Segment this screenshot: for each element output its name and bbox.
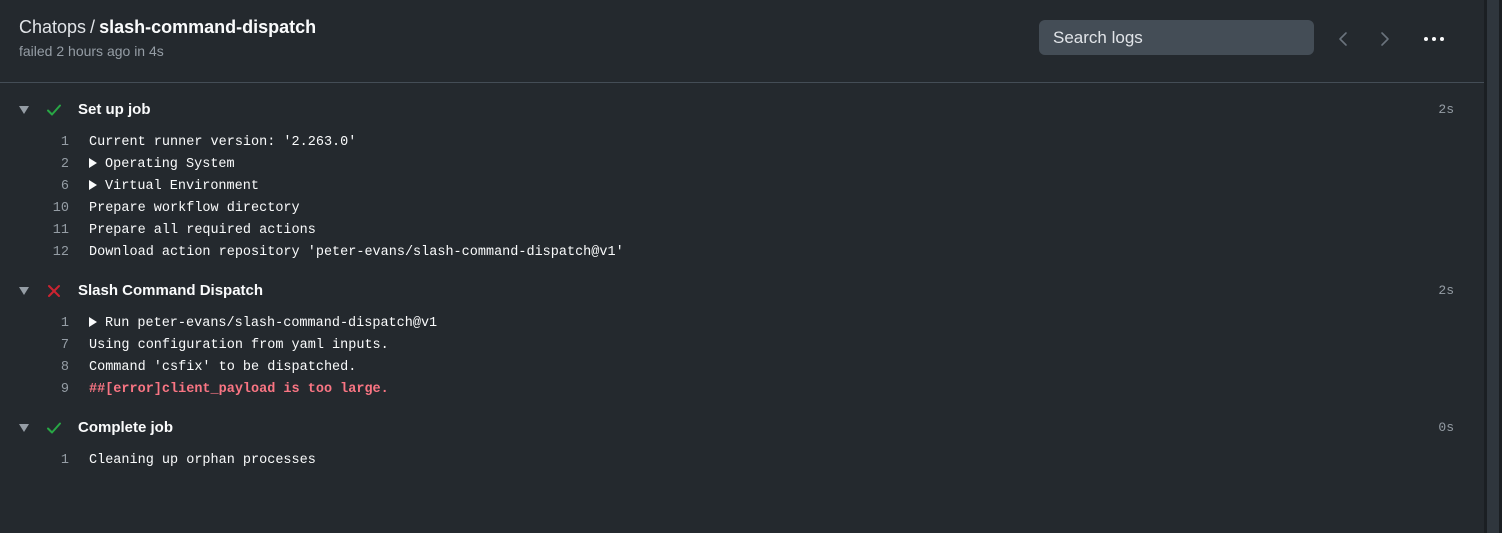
log-text: Cleaning up orphan processes bbox=[89, 450, 316, 472]
line-number[interactable]: 6 bbox=[0, 176, 69, 198]
log-line[interactable]: 2 Operating System bbox=[0, 154, 1484, 176]
caret-down-icon[interactable] bbox=[17, 104, 31, 116]
step-header[interactable]: Complete job 0s bbox=[0, 409, 1484, 447]
workflow-name[interactable]: Chatops bbox=[19, 17, 86, 37]
step-duration: 0s bbox=[1438, 420, 1454, 435]
log-line-content: Prepare workflow directory bbox=[89, 201, 300, 216]
expand-group-icon[interactable] bbox=[89, 158, 97, 168]
log-line-content: Cleaning up orphan processes bbox=[89, 453, 316, 468]
log-line-content: ##[error]client_payload is too large. bbox=[89, 382, 389, 397]
step-header[interactable]: Slash Command Dispatch 2s bbox=[0, 272, 1484, 310]
log-text: Virtual Environment bbox=[89, 176, 259, 198]
log-line-content: Virtual Environment bbox=[105, 179, 259, 194]
log-line: 1 Cleaning up orphan processes bbox=[0, 450, 1484, 472]
line-number[interactable]: 2 bbox=[0, 154, 69, 176]
caret-down-icon[interactable] bbox=[17, 285, 31, 297]
line-number[interactable]: 1 bbox=[0, 450, 69, 472]
log-text: Run peter-evans/slash-command-dispatch@v… bbox=[89, 313, 437, 335]
log-line[interactable]: 1 Run peter-evans/slash-command-dispatch@… bbox=[0, 313, 1484, 335]
search-logs-input[interactable] bbox=[1039, 20, 1314, 55]
line-number[interactable]: 1 bbox=[0, 132, 69, 154]
log-error-text: ##[error]client_payload is too large. bbox=[89, 379, 389, 401]
log-line-content: Download action repository 'peter-evans/… bbox=[89, 245, 624, 260]
log-line: 7 Using configuration from yaml inputs. bbox=[0, 335, 1484, 357]
step-log: 1 Run peter-evans/slash-command-dispatch@… bbox=[0, 310, 1484, 409]
job-header: Chatops / slash-command-dispatch failed 2 … bbox=[0, 0, 1484, 83]
job-step: Set up job 2s 1 Current runner version: '2.… bbox=[0, 91, 1484, 272]
line-number[interactable]: 11 bbox=[0, 220, 69, 242]
check-icon bbox=[47, 422, 61, 434]
log-line: 1 Current runner version: '2.263.0' bbox=[0, 132, 1484, 154]
chevron-left-icon bbox=[1339, 32, 1347, 46]
step-name: Slash Command Dispatch bbox=[78, 282, 264, 299]
chevron-right-icon bbox=[1381, 32, 1389, 46]
log-line: 11 Prepare all required actions bbox=[0, 220, 1484, 242]
step-name: Complete job bbox=[78, 419, 174, 436]
step-log: 1 Current runner version: '2.263.0' 2 Opera… bbox=[0, 129, 1484, 272]
log-line-content: Using configuration from yaml inputs. bbox=[89, 338, 389, 353]
step-name: Set up job bbox=[78, 101, 151, 118]
log-text: Current runner version: '2.263.0' bbox=[89, 132, 356, 154]
log-line: 10 Prepare workflow directory bbox=[0, 198, 1484, 220]
job-step: Slash Command Dispatch 2s 1 Run peter-evans… bbox=[0, 272, 1484, 409]
title-separator: / bbox=[90, 17, 96, 37]
log-panel: Chatops / slash-command-dispatch failed 2 … bbox=[0, 0, 1484, 533]
next-match-button[interactable] bbox=[1374, 26, 1396, 52]
x-icon bbox=[48, 285, 60, 297]
job-name: slash-command-dispatch bbox=[99, 17, 317, 37]
step-log: 1 Cleaning up orphan processes bbox=[0, 447, 1484, 480]
step-header[interactable]: Set up job 2s bbox=[0, 91, 1484, 129]
line-number[interactable]: 9 bbox=[0, 379, 69, 401]
log-line: 12 Download action repository 'peter-evan… bbox=[0, 242, 1484, 264]
more-options-button[interactable] bbox=[1421, 28, 1447, 50]
vertical-scrollbar[interactable] bbox=[1484, 0, 1502, 533]
step-duration: 2s bbox=[1438, 283, 1454, 298]
log-text: Download action repository 'peter-evans/… bbox=[89, 242, 624, 264]
kebab-horizontal-icon bbox=[1424, 37, 1444, 41]
log-text: Prepare workflow directory bbox=[89, 198, 300, 220]
log-line: 9 ##[error]client_payload is too large. bbox=[0, 379, 1484, 401]
job-step: Complete job 0s 1 Cleaning up orphan proces… bbox=[0, 409, 1484, 480]
step-duration: 2s bbox=[1438, 102, 1454, 117]
line-number[interactable]: 7 bbox=[0, 335, 69, 357]
job-steps: Set up job 2s 1 Current runner version: '2.… bbox=[0, 91, 1484, 480]
log-line-content: Current runner version: '2.263.0' bbox=[89, 135, 357, 150]
log-line-content: Run peter-evans/slash-command-dispatch@v… bbox=[105, 316, 438, 331]
job-status-line: failed 2 hours ago in 4s bbox=[19, 43, 164, 59]
log-line[interactable]: 6 Virtual Environment bbox=[0, 176, 1484, 198]
scrollbar-thumb[interactable] bbox=[1487, 0, 1499, 533]
page-title: Chatops / slash-command-dispatch bbox=[19, 17, 316, 38]
log-text: Prepare all required actions bbox=[89, 220, 316, 242]
log-text: Operating System bbox=[89, 154, 235, 176]
log-text: Command 'csfix' to be dispatched. bbox=[89, 357, 356, 379]
log-line-content: Prepare all required actions bbox=[89, 223, 316, 238]
previous-match-button[interactable] bbox=[1332, 26, 1354, 52]
caret-down-icon[interactable] bbox=[17, 422, 31, 434]
line-number[interactable]: 8 bbox=[0, 357, 69, 379]
expand-group-icon[interactable] bbox=[89, 317, 97, 327]
line-number[interactable]: 10 bbox=[0, 198, 69, 220]
expand-group-icon[interactable] bbox=[89, 180, 97, 190]
log-text: Using configuration from yaml inputs. bbox=[89, 335, 389, 357]
log-line: 8 Command 'csfix' to be dispatched. bbox=[0, 357, 1484, 379]
line-number[interactable]: 1 bbox=[0, 313, 69, 335]
line-number[interactable]: 12 bbox=[0, 242, 69, 264]
log-line-content: Operating System bbox=[105, 157, 235, 172]
check-icon bbox=[47, 104, 61, 116]
log-line-content: Command 'csfix' to be dispatched. bbox=[89, 360, 357, 375]
workflow-log-page: Chatops / slash-command-dispatch failed 2 … bbox=[0, 0, 1502, 533]
